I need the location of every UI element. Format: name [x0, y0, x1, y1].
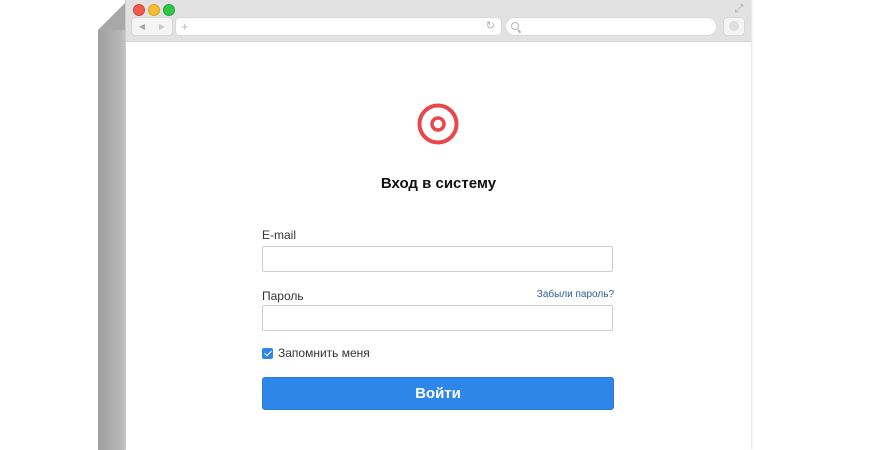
close-window-button[interactable] [133, 4, 145, 16]
password-label: Пароль [262, 289, 304, 303]
browser-toolbar: ⤢ ◀ ▶ + ↻ [126, 0, 751, 42]
navigation-buttons: ◀ ▶ [132, 18, 172, 35]
address-bar[interactable]: + ↻ [176, 18, 501, 35]
target-logo-icon [417, 103, 459, 145]
minimize-window-button[interactable] [148, 4, 160, 16]
email-label: E-mail [262, 228, 297, 242]
login-button[interactable]: Войти [262, 377, 614, 410]
search-bar[interactable] [506, 18, 716, 35]
email-field[interactable] [262, 246, 613, 272]
password-field[interactable] [262, 305, 613, 331]
window-shadow-top [98, 0, 128, 30]
remember-me-label: Запомнить меня [278, 346, 370, 360]
remember-me-checkbox[interactable] [262, 347, 273, 359]
browser-window: ⤢ ◀ ▶ + ↻ Вход в систему E-mail Пароль З… [126, 0, 751, 450]
search-icon [511, 22, 519, 30]
page-title: Вход в систему [380, 175, 497, 192]
plus-icon[interactable]: + [181, 18, 189, 35]
expand-icon[interactable]: ⤢ [733, 3, 745, 15]
forward-arrow-icon[interactable]: ▶ [152, 18, 172, 35]
reload-icon[interactable]: ↻ [486, 18, 495, 35]
zoom-window-button[interactable] [163, 4, 175, 16]
extension-button[interactable] [724, 18, 744, 35]
forgot-password-link[interactable]: Забыли пароль? [537, 289, 614, 300]
remember-me[interactable]: Запомнить меня [262, 346, 370, 360]
back-arrow-icon[interactable]: ◀ [132, 18, 152, 35]
window-shadow-side [98, 30, 128, 450]
